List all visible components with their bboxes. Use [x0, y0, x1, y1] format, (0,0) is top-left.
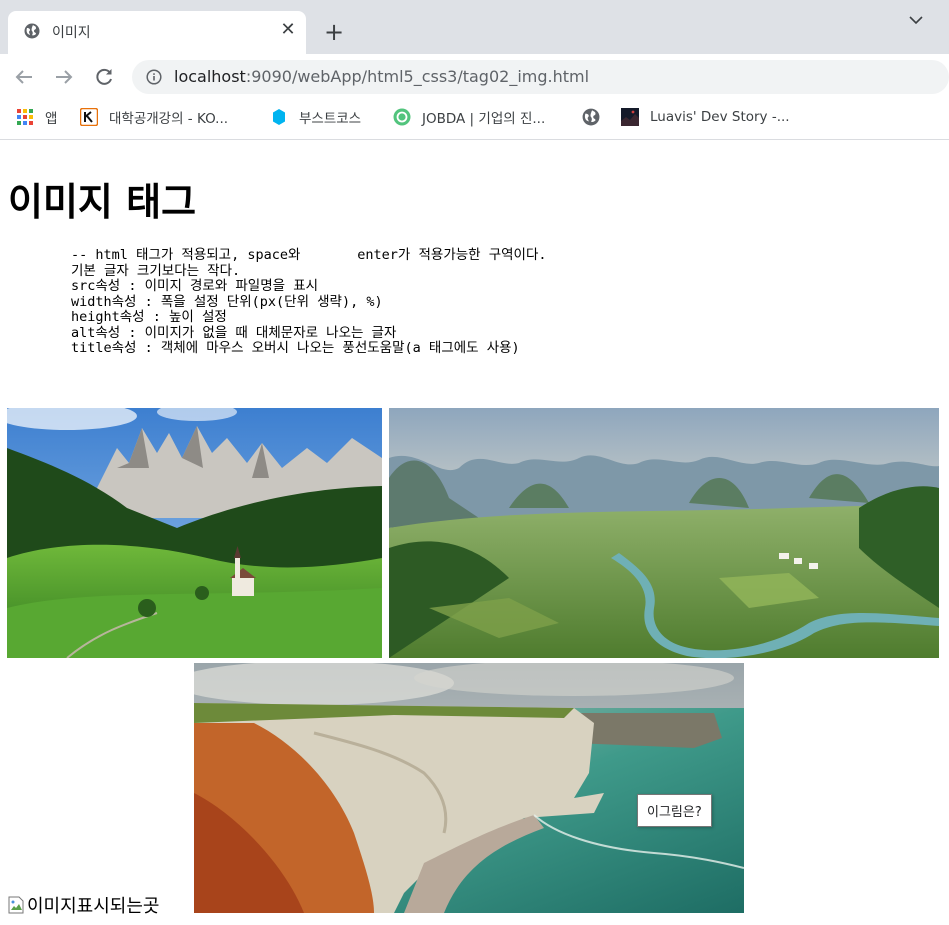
page-title: 이미지 태그	[8, 180, 197, 224]
reload-icon[interactable]	[92, 65, 116, 89]
kocw-logo-icon	[80, 108, 98, 126]
etretat-cliff-photo	[194, 663, 744, 913]
tab-strip: 이미지 ✕ +	[0, 0, 949, 54]
bookmark-globe[interactable]	[582, 107, 611, 127]
new-tab-plus-icon[interactable]: +	[322, 20, 346, 44]
page-viewport: 이미지 태그 -- html 태그가 적용되고, space와 enter가 적…	[0, 141, 949, 925]
bookmark-jobda[interactable]: JOBDA | 기업의 진...	[393, 107, 545, 127]
bookmark-luavis[interactable]: Luavis' Dev Story -...	[621, 107, 790, 127]
bookmark-label: 부스트코스	[299, 111, 362, 127]
close-tab-icon[interactable]: ✕	[278, 20, 298, 40]
url-text[interactable]: localhost:9090/webApp/html5_css3/tag02_i…	[174, 67, 589, 86]
boostcourse-icon	[273, 109, 285, 125]
broken-image-alt-text: 이미지표시되는곳	[27, 896, 160, 917]
globe-icon	[24, 23, 40, 39]
bookmark-kocw[interactable]: 대학공개강의 - KO...	[80, 107, 228, 127]
globe-icon	[582, 108, 600, 126]
chevron-down-icon[interactable]	[906, 10, 926, 30]
url-host: localhost	[174, 67, 246, 86]
bookmark-label: 앱	[45, 111, 58, 127]
luavis-thumb-icon	[621, 108, 639, 126]
image-title-tooltip: 이그림은?	[637, 794, 712, 827]
forward-arrow-icon[interactable]	[52, 65, 76, 89]
bookmark-boostcourse[interactable]: 부스트코스	[270, 107, 361, 127]
bookmark-label: JOBDA | 기업의 진...	[422, 111, 546, 127]
toolbar: localhost:9090/webApp/html5_css3/tag02_i…	[0, 54, 949, 100]
url-path: :9090/webApp/html5_css3/tag02_img.html	[245, 67, 590, 86]
pre-text-block: -- html 태그가 적용되고, space와 enter가 적용가능한 구역…	[71, 247, 547, 356]
apps-grid-icon	[17, 109, 33, 125]
address-bar[interactable]: localhost:9090/webApp/html5_css3/tag02_i…	[132, 60, 949, 94]
active-tab[interactable]: 이미지 ✕	[8, 11, 306, 54]
bookmark-apps[interactable]: 앱	[16, 107, 57, 127]
jobda-icon	[393, 108, 411, 126]
bookmark-label: Luavis' Dev Story -...	[650, 109, 790, 125]
broken-image-icon	[8, 896, 24, 914]
bookmark-label: 대학공개강의 - KO...	[109, 111, 229, 127]
broken-image: 이미지표시되는곳	[8, 892, 159, 918]
site-info-icon[interactable]	[146, 69, 162, 85]
back-arrow-icon[interactable]	[12, 65, 36, 89]
bookmarks-bar: 앱 대학공개강의 - KO... 부스트코스 JOBDA | 기업의 진...	[0, 100, 949, 140]
tab-title: 이미지	[52, 25, 91, 41]
guilin-river-valley-photo	[389, 408, 939, 658]
dolomites-church-photo	[7, 408, 382, 658]
